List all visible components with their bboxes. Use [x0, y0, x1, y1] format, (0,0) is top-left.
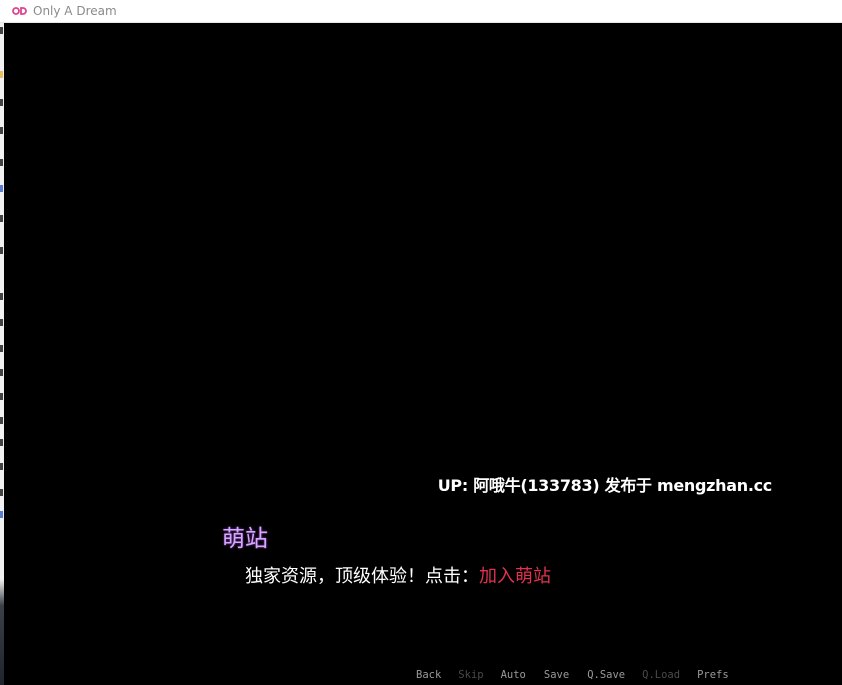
title-bar[interactable]: Only A Dream	[0, 0, 842, 23]
window-title: Only A Dream	[33, 4, 117, 18]
quick-save-button[interactable]: Q.Save	[587, 669, 625, 681]
game-canvas[interactable]: UP: 阿哦牛(133783) 发布于 mengzhan.cc 萌站 独家资源，…	[4, 23, 842, 685]
uploader-notice: UP: 阿哦牛(133783) 发布于 mengzhan.cc	[437, 476, 773, 495]
preferences-button[interactable]: Prefs	[697, 669, 729, 681]
od-logo-icon	[12, 5, 28, 17]
speaker-name: 萌站	[222, 526, 268, 552]
skip-button[interactable]: Skip	[458, 669, 483, 681]
join-site-link[interactable]: 加入萌站	[479, 566, 551, 587]
back-button[interactable]: Back	[416, 669, 441, 681]
quick-load-button[interactable]: Q.Load	[642, 669, 680, 681]
save-button[interactable]: Save	[544, 669, 569, 681]
quick-menu: Back Skip Auto Save Q.Save Q.Load Prefs	[416, 669, 729, 681]
dialogue-text: 独家资源，顶级体验！点击：加入萌站	[245, 562, 551, 588]
dialogue-body: 独家资源，顶级体验！点击：	[245, 566, 479, 587]
game-window: Only A Dream UP: 阿哦牛(133783) 发布于 mengzha…	[0, 0, 842, 685]
auto-button[interactable]: Auto	[501, 669, 526, 681]
